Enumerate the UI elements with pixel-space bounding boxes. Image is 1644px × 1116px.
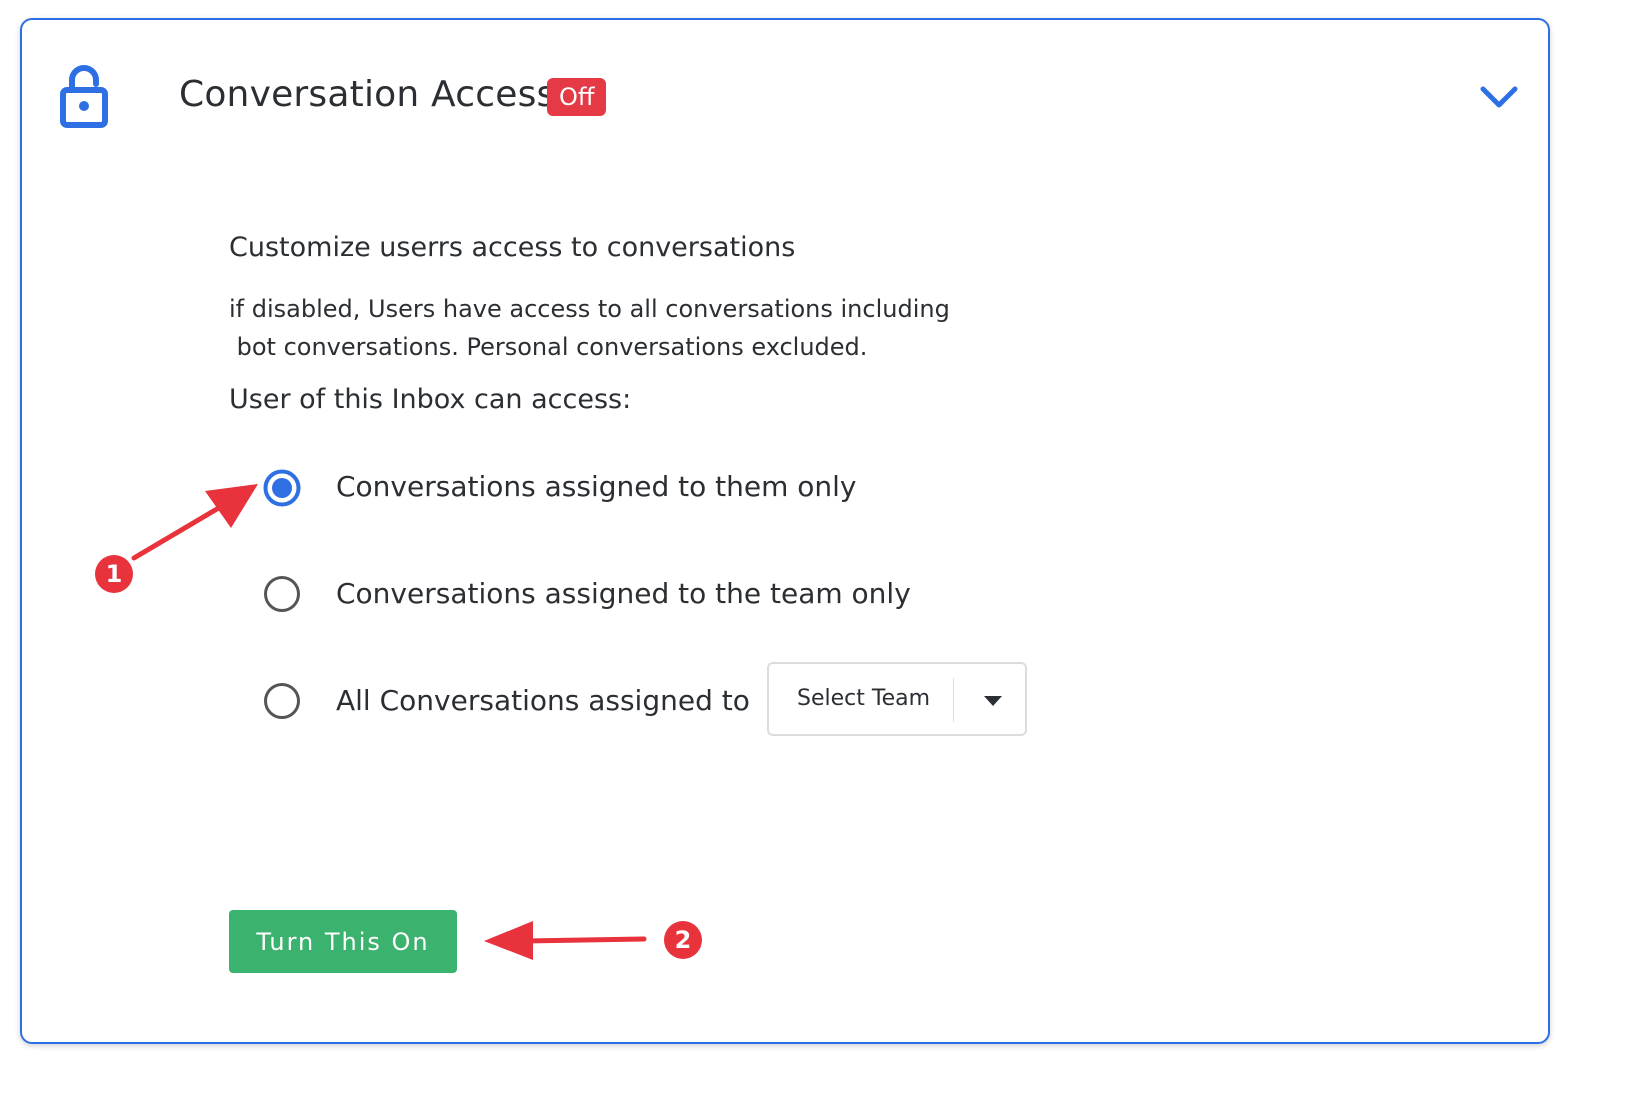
annotation-marker-1: 1: [95, 555, 133, 593]
settings-heading: Customize userrs access to conversations: [229, 232, 796, 263]
radio-assigned-to-them[interactable]: [263, 469, 301, 507]
radio-assigned-to-team[interactable]: [263, 575, 301, 613]
access-label: User of this Inbox can access:: [229, 384, 632, 415]
team-select-value: Select Team: [797, 686, 931, 711]
status-badge: Off: [547, 78, 607, 116]
settings-description: if disabled, Users have access to all co…: [229, 290, 950, 366]
option-label-assigned-to-team[interactable]: Conversations assigned to the team only: [336, 577, 911, 610]
unlocked-padlock-icon: [60, 65, 108, 128]
description-line-1: if disabled, Users have access to all co…: [229, 295, 950, 323]
description-line-2: bot conversations. Personal conversation…: [229, 333, 868, 361]
option-label-assigned-to-them[interactable]: Conversations assigned to them only: [336, 470, 857, 503]
caret-down-icon: [984, 696, 1002, 706]
annotation-marker-2: 2: [664, 921, 702, 959]
section-title: Conversation Access: [179, 74, 556, 115]
team-select-dropdown[interactable]: Select Team: [767, 662, 1027, 736]
conversation-access-panel: [20, 18, 1550, 1044]
chevron-down-icon[interactable]: [1479, 82, 1519, 112]
radio-all-conversations[interactable]: [263, 682, 301, 720]
option-label-all-conversations[interactable]: All Conversations assigned to: [336, 684, 750, 717]
turn-this-on-button[interactable]: Turn This On: [229, 910, 457, 973]
select-divider: [953, 678, 954, 722]
